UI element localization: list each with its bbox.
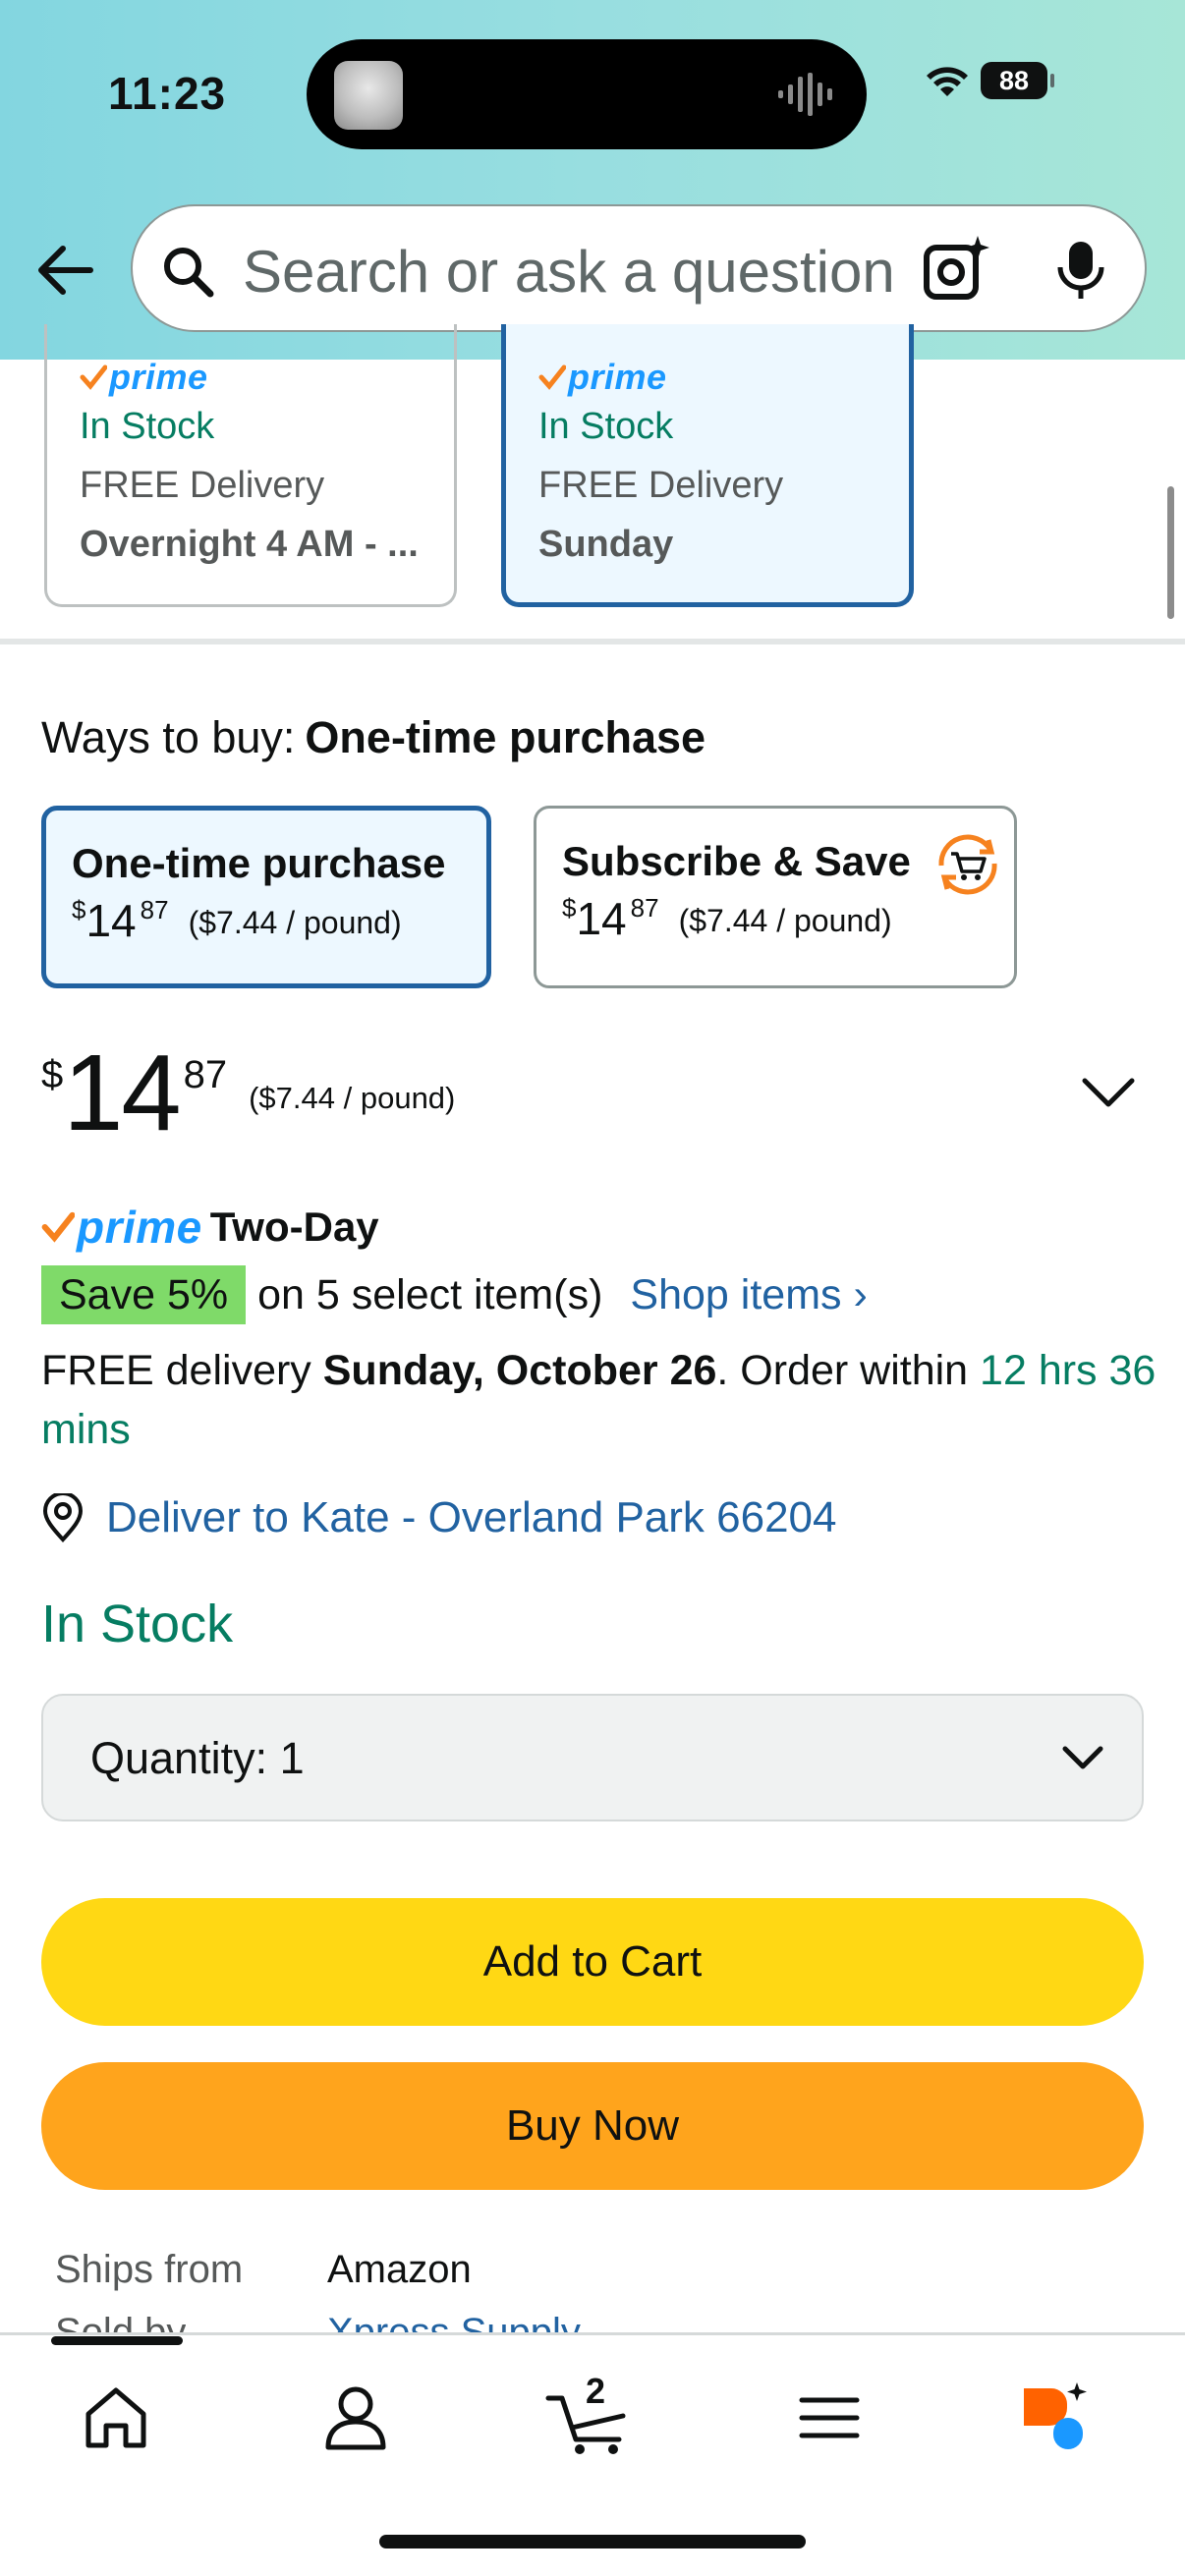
prime-check-icon xyxy=(538,364,566,390)
option-price: $14 87 ($7.44 / pound) xyxy=(562,893,892,944)
ways-to-buy-heading: Ways to buy: One-time purchase xyxy=(41,712,706,762)
home-indicator xyxy=(379,2535,806,2548)
deliver-to-row[interactable]: Deliver to Kate - Overland Park 66204 xyxy=(41,1493,837,1542)
one-time-purchase-option[interactable]: One-time purchase $14 87 ($7.44 / pound) xyxy=(41,806,491,988)
prime-check-icon xyxy=(80,364,107,390)
option-date: Sunday xyxy=(538,524,674,565)
active-tab-indicator xyxy=(51,2336,183,2345)
status-indicators: 88 xyxy=(924,61,1054,100)
rufus-icon[interactable] xyxy=(1018,2379,1097,2457)
menu-icon[interactable] xyxy=(790,2379,869,2457)
subscribe-save-option[interactable]: Subscribe & Save $14 87 ($7.44 / pound) xyxy=(534,806,1017,988)
delivery-option-overnight[interactable]: prime In Stock FREE Delivery Overnight 4… xyxy=(44,324,457,607)
shop-items-link[interactable]: Shop items › xyxy=(630,1271,867,1319)
quantity-label: Quantity: 1 xyxy=(90,1733,305,1783)
prime-logo: prime xyxy=(538,357,909,397)
prime-check-icon xyxy=(41,1211,75,1243)
delivery-option-sunday[interactable]: prime In Stock FREE Delivery Sunday xyxy=(501,324,914,607)
back-arrow-icon[interactable] xyxy=(33,241,94,300)
sold-by-label: Sold by xyxy=(55,2311,187,2332)
chevron-down-icon[interactable] xyxy=(1079,1071,1138,1114)
search-icon xyxy=(164,248,214,298)
ships-from-value: Amazon xyxy=(327,2248,472,2291)
option-title: One-time purchase xyxy=(72,840,446,886)
option-delivery: FREE Delivery xyxy=(538,465,784,506)
product-price: $ 14 87 ($7.44 / pound) xyxy=(41,1033,456,1153)
prime-two-day-badge: prime Two-Day xyxy=(41,1201,379,1254)
delivery-message: FREE delivery Sunday, October 26. Order … xyxy=(41,1347,1157,1453)
account-icon[interactable] xyxy=(316,2379,395,2457)
chevron-down-icon xyxy=(1062,1746,1103,1769)
add-to-cart-button[interactable]: Add to Cart xyxy=(41,1898,1144,2026)
location-pin-icon xyxy=(42,1493,84,1542)
search-input[interactable]: Search or ask a question xyxy=(243,238,895,306)
home-icon[interactable] xyxy=(77,2379,155,2457)
microphone-icon[interactable] xyxy=(1054,238,1107,303)
option-stock: In Stock xyxy=(538,406,674,447)
stock-status: In Stock xyxy=(41,1595,234,1653)
option-price: $14 87 ($7.44 / pound) xyxy=(72,895,402,946)
deliver-to-link[interactable]: Deliver to Kate - Overland Park 66204 xyxy=(106,1493,837,1542)
option-delivery: FREE Delivery xyxy=(80,465,325,506)
promo-text: on 5 select item(s) xyxy=(257,1270,603,1318)
now-playing-avatar[interactable] xyxy=(334,61,403,130)
camera-lens-icon[interactable] xyxy=(923,234,991,303)
cart-count: 2 xyxy=(586,2371,606,2411)
dynamic-island xyxy=(307,39,867,149)
buy-now-button[interactable]: Buy Now xyxy=(41,2062,1144,2190)
prime-logo: prime xyxy=(80,357,454,397)
save-badge: Save 5% xyxy=(41,1265,247,1324)
promo-row: Save 5% on 5 select item(s) Shop items › xyxy=(41,1265,868,1324)
option-stock: In Stock xyxy=(80,406,215,447)
battery-icon: 88 xyxy=(981,62,1054,99)
wifi-icon xyxy=(927,67,968,96)
quantity-selector[interactable]: Quantity: 1 xyxy=(41,1694,1144,1821)
scrollbar[interactable] xyxy=(1167,486,1174,619)
search-bar[interactable]: Search or ask a question xyxy=(131,204,1147,332)
ships-from-label: Ships from xyxy=(55,2248,244,2291)
app-header: 11:23 88 Search or ask a question xyxy=(0,0,1185,360)
option-date: Overnight 4 AM - ... xyxy=(80,524,419,565)
sold-by-link[interactable]: Xpress Supply xyxy=(327,2311,581,2332)
section-divider xyxy=(0,639,1185,644)
audio-wave-icon xyxy=(778,73,832,116)
subscribe-cart-icon xyxy=(938,834,997,895)
cart-button[interactable]: 2 xyxy=(542,2371,641,2457)
status-time: 11:23 xyxy=(108,68,227,119)
